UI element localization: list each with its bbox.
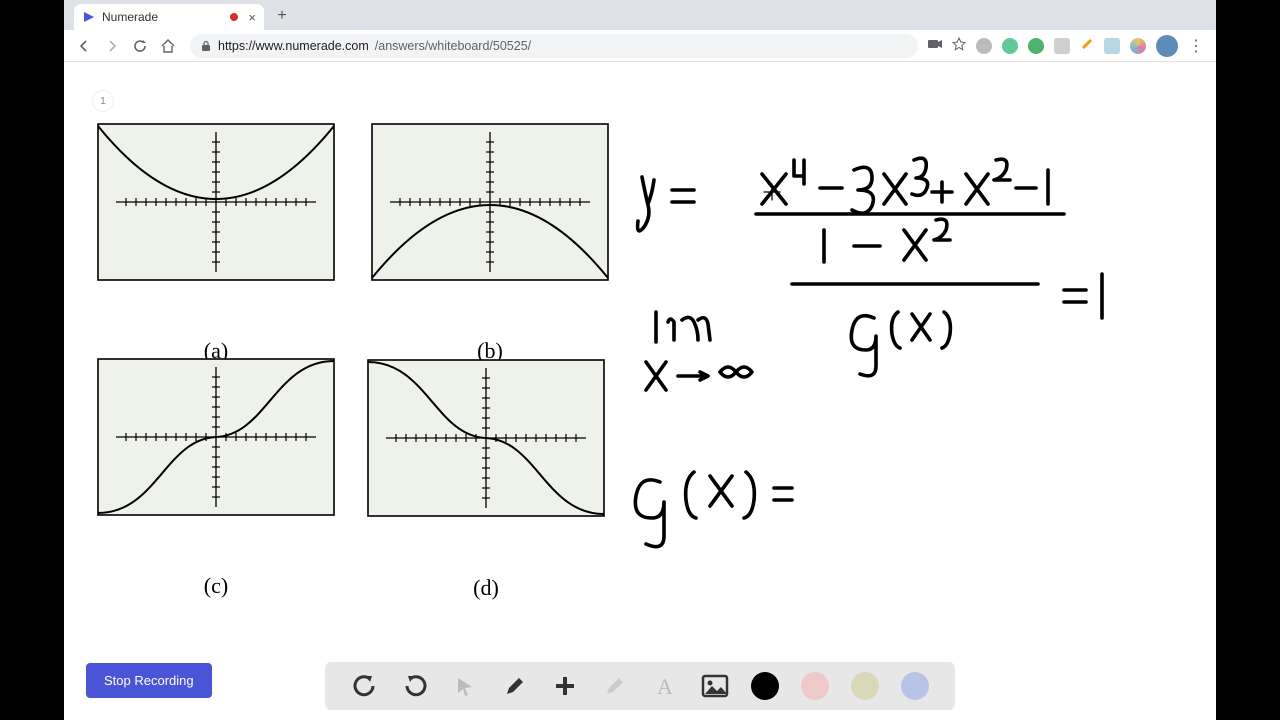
- back-button[interactable]: [76, 38, 92, 54]
- handwriting: [635, 158, 1102, 546]
- ext-icon-7[interactable]: [1130, 38, 1146, 54]
- menu-button[interactable]: ⋮: [1188, 36, 1204, 56]
- graph-c-label: (c): [204, 573, 228, 598]
- graph-d: [368, 360, 604, 516]
- ext-icon-2[interactable]: [1002, 38, 1018, 54]
- tab-title: Numerade: [102, 10, 158, 24]
- home-button[interactable]: [160, 38, 176, 54]
- ext-icon-4[interactable]: [1054, 38, 1070, 54]
- tab-strip: Numerade × +: [64, 0, 1216, 30]
- color-blue[interactable]: [901, 672, 929, 700]
- forward-button[interactable]: [104, 38, 120, 54]
- url-host: https://www.numerade.com: [218, 39, 369, 53]
- color-black[interactable]: [751, 672, 779, 700]
- whiteboard-svg: (a) (b) (c) (d): [64, 62, 1216, 702]
- undo-button[interactable]: [351, 672, 379, 700]
- whiteboard-toolbar: A: [325, 662, 955, 710]
- url-path: /answers/whiteboard/50525/: [375, 39, 531, 53]
- ext-icon-3[interactable]: [1028, 38, 1044, 54]
- address-bar: https://www.numerade.com/answers/whitebo…: [64, 30, 1216, 62]
- recording-dot-icon: [230, 13, 238, 21]
- favicon-icon: [82, 10, 96, 24]
- color-pink[interactable]: [801, 672, 829, 700]
- footer: Stop Recording A: [64, 648, 1216, 720]
- nav-icons: [72, 38, 180, 54]
- text-tool[interactable]: A: [651, 672, 679, 700]
- pen-tool[interactable]: [501, 672, 529, 700]
- graph-d-label: (d): [473, 575, 499, 600]
- add-tool[interactable]: [551, 672, 579, 700]
- browser-window: Numerade × + https://www.numerade.com/an…: [64, 0, 1216, 720]
- tab-numerade[interactable]: Numerade ×: [74, 4, 264, 30]
- star-icon[interactable]: [952, 37, 966, 54]
- ext-icon-1[interactable]: [976, 38, 992, 54]
- graph-a: [98, 124, 334, 280]
- graph-b: [372, 124, 608, 280]
- reload-button[interactable]: [132, 38, 148, 54]
- whiteboard-content: 1: [64, 62, 1216, 720]
- ext-icon-5[interactable]: [1080, 37, 1094, 54]
- pillarbox-right: [1216, 0, 1280, 720]
- svg-text:A: A: [657, 674, 673, 698]
- lock-icon: [200, 40, 212, 52]
- pointer-tool[interactable]: [451, 672, 479, 700]
- stop-recording-button[interactable]: Stop Recording: [86, 663, 212, 698]
- color-olive[interactable]: [851, 672, 879, 700]
- close-tab-button[interactable]: ×: [248, 10, 256, 25]
- camera-icon[interactable]: [928, 38, 942, 53]
- redo-button[interactable]: [401, 672, 429, 700]
- pillarbox-left: [0, 0, 64, 720]
- eraser-tool[interactable]: [601, 672, 629, 700]
- ext-icon-6[interactable]: [1104, 38, 1120, 54]
- url-bar[interactable]: https://www.numerade.com/answers/whitebo…: [190, 34, 918, 58]
- plus-icon: +: [277, 7, 286, 25]
- profile-avatar[interactable]: [1156, 35, 1178, 57]
- image-tool[interactable]: [701, 672, 729, 700]
- graph-c: [98, 359, 334, 515]
- stop-recording-label: Stop Recording: [104, 673, 194, 688]
- extension-icons: ⋮: [928, 35, 1208, 57]
- new-tab-button[interactable]: +: [270, 4, 294, 28]
